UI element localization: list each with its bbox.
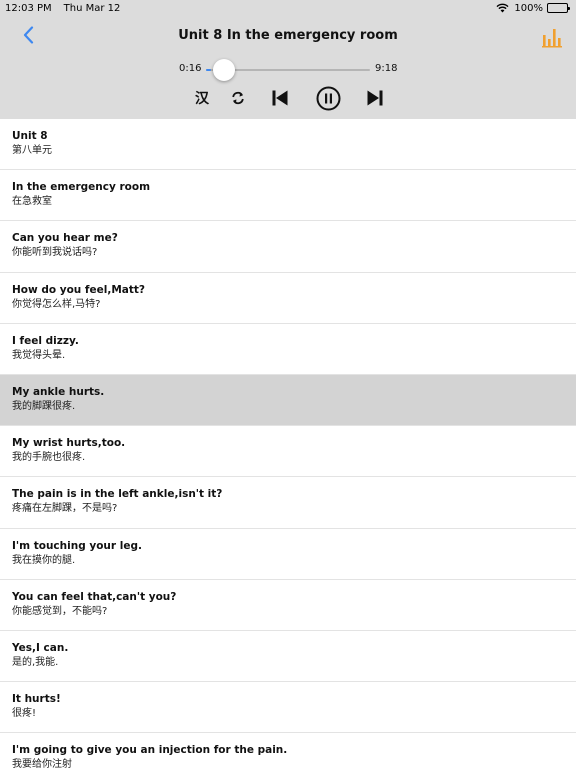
navigation-bar: Unit 8 In the emergency room [0, 16, 576, 54]
skip-next-icon [367, 90, 383, 106]
sentence-row[interactable]: Unit 8 第八单元 [0, 119, 576, 171]
status-bar: 12:03 PM Thu Mar 12 100% [0, 0, 576, 16]
sentence-row[interactable]: My wrist hurts,too. 我的手腕也很疼. [0, 426, 576, 478]
battery-percent: 100% [514, 2, 543, 14]
sentence-english: Yes,I can. [12, 641, 69, 654]
status-time: 12:03 PM [5, 2, 52, 14]
previous-button[interactable] [269, 84, 291, 112]
sentence-chinese: 是的,我能. [12, 656, 59, 668]
status-date: Thu Mar 12 [63, 2, 121, 14]
next-button[interactable] [364, 84, 386, 112]
sentence-english: My wrist hurts,too. [12, 437, 126, 450]
sentence-chinese: 我的手腕也很疼. [12, 452, 86, 464]
sentence-row[interactable]: In the emergency room 在急救室 [0, 170, 576, 222]
sentence-row[interactable]: It hurts! 很疼! [0, 682, 576, 734]
repeat-button[interactable] [229, 84, 247, 112]
sentence-chinese: 我要给你注射 [12, 759, 72, 768]
sentence-chinese: 在急救室 [12, 196, 52, 208]
playback-controls: 汉 [0, 84, 576, 112]
pause-icon [316, 86, 340, 110]
sentence-english: The pain is in the left ankle,isn't it? [12, 488, 223, 501]
progress-row: 0:16 9:18 [0, 59, 576, 81]
sentence-chinese: 很疼! [12, 708, 37, 720]
current-time: 0:16 [179, 63, 202, 74]
sentence-chinese: 你能感觉到，不能吗? [12, 605, 108, 617]
progress-fill [206, 69, 211, 71]
bar-chart-icon [542, 29, 562, 48]
audio-player: 0:16 9:18 汉 [0, 54, 576, 119]
sentence-row[interactable]: My ankle hurts. 我的脚踝很疼. [0, 374, 576, 427]
sentence-list: Unit 8 第八单元 In the emergency room 在急救室 Can y… [0, 119, 576, 768]
sentence-chinese: 我的脚踝很疼. [12, 400, 76, 412]
sentence-row[interactable]: How do you feel,Matt? 你觉得怎么样,马特? [0, 272, 576, 324]
sentence-chinese: 我在摸你的腿. [12, 554, 76, 566]
sentence-english: I feel dizzy. [12, 334, 79, 347]
sentence-row[interactable]: Yes,I can. 是的,我能. [0, 630, 576, 683]
sentence-english: My ankle hurts. [12, 385, 105, 398]
sentence-english: I'm going to give you an injection for t… [12, 744, 288, 757]
back-button[interactable] [18, 24, 38, 46]
sentence-english: You can feel that,can't you? [12, 590, 177, 603]
battery-icon [547, 3, 570, 13]
chinese-toggle-button[interactable]: 汉 [192, 84, 212, 112]
header-area: 12:03 PM Thu Mar 12 100% Unit 8 In the e… [0, 0, 576, 119]
sentence-english: I'm touching your leg. [12, 539, 142, 552]
total-time: 9:18 [375, 63, 398, 74]
sentence-english: Can you hear me? [12, 232, 118, 245]
sentence-row[interactable]: Can you hear me? 你能听到我说话吗? [0, 221, 576, 273]
pause-button[interactable] [314, 84, 342, 112]
wifi-icon [496, 3, 509, 13]
skip-previous-icon [272, 90, 288, 106]
chevron-left-icon [23, 26, 33, 44]
sentence-english: In the emergency room [12, 181, 151, 194]
page-title: Unit 8 In the emergency room [178, 27, 398, 43]
sentence-chinese: 你觉得怎么样,马特? [12, 298, 101, 310]
stats-button[interactable] [540, 22, 564, 48]
sentence-english: How do you feel,Matt? [12, 283, 145, 296]
sentence-row[interactable]: I'm going to give you an injection for t… [0, 733, 576, 768]
sentence-chinese: 你能听到我说话吗? [12, 247, 98, 259]
sentence-english: Unit 8 [12, 130, 48, 142]
sentence-row[interactable]: The pain is in the left ankle,isn't it? 疼… [0, 477, 576, 529]
sentence-chinese: 第八单元 [12, 145, 52, 156]
sentence-chinese: 我觉得头晕. [12, 349, 66, 361]
sentence-row[interactable]: I'm touching your leg. 我在摸你的腿. [0, 528, 576, 580]
sentence-row[interactable]: I feel dizzy. 我觉得头晕. [0, 323, 576, 375]
progress-slider-thumb[interactable] [213, 59, 235, 81]
repeat-icon [232, 91, 244, 105]
sentence-row[interactable]: You can feel that,can't you? 你能感觉到，不能吗? [0, 579, 576, 631]
sentence-english: It hurts! [12, 693, 61, 706]
sentence-chinese: 疼痛在左脚踝，不是吗? [12, 503, 118, 515]
